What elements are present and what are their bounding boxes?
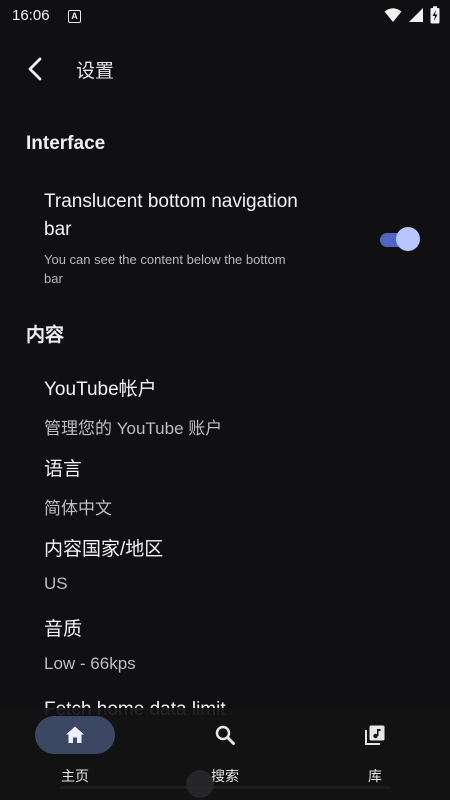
signal-icon bbox=[409, 8, 423, 22]
setting-title-line2: bar bbox=[44, 219, 72, 240]
nav-label: 库 bbox=[368, 768, 382, 784]
nav-label: 主页 bbox=[61, 768, 89, 784]
setting-description-line1: You can see the content below the bottom bbox=[44, 252, 286, 267]
setting-title: 音质 bbox=[44, 619, 83, 640]
setting-title: YouTube帐户 bbox=[44, 379, 157, 400]
home-icon bbox=[66, 726, 84, 743]
app-bar: 设置 bbox=[0, 40, 450, 98]
battery-charging-icon bbox=[430, 6, 440, 24]
search-icon bbox=[215, 725, 235, 745]
status-time: 16:06 bbox=[12, 7, 50, 24]
setting-subtitle: 管理您的 YouTube 账户 bbox=[44, 419, 223, 438]
floating-handle bbox=[186, 770, 214, 798]
setting-description-line2: bar bbox=[44, 271, 63, 286]
translucent-nav-toggle[interactable] bbox=[378, 226, 420, 252]
page-title: 设置 bbox=[76, 61, 115, 82]
library-music-icon bbox=[365, 725, 385, 745]
nav-label: 搜索 bbox=[211, 768, 239, 784]
toggle-thumb bbox=[396, 227, 420, 251]
section-title-interface: Interface bbox=[26, 133, 106, 154]
setting-subtitle: US bbox=[44, 574, 68, 593]
status-bar: 16:06 A bbox=[0, 0, 450, 32]
section-title-content: 内容 bbox=[26, 325, 65, 346]
gesture-bar bbox=[60, 786, 390, 789]
setting-title: 语言 bbox=[44, 459, 83, 480]
setting-subtitle: 简体中文 bbox=[44, 499, 112, 518]
setting-subtitle: Low - 66kps bbox=[44, 654, 136, 673]
notification-a-icon: A bbox=[68, 10, 81, 23]
setting-title: 内容国家/地区 bbox=[44, 539, 164, 560]
setting-title-line1: Translucent bottom navigation bbox=[44, 191, 298, 212]
back-arrow-icon[interactable] bbox=[22, 55, 50, 83]
status-icons bbox=[384, 6, 440, 24]
wifi-icon bbox=[384, 8, 402, 22]
